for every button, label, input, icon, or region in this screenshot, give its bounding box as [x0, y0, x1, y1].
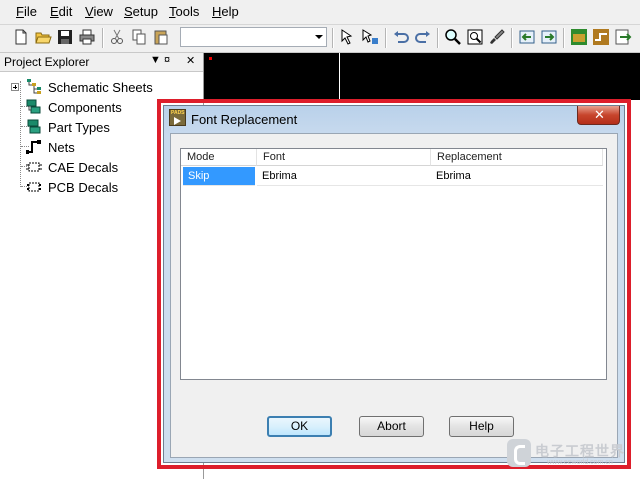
abort-button[interactable]: Abort — [359, 416, 424, 437]
brush-icon[interactable] — [488, 28, 506, 46]
origin-marker — [209, 57, 212, 60]
zoom-icon[interactable] — [466, 28, 484, 46]
paste-icon[interactable] — [152, 28, 170, 46]
table-cell-mode[interactable]: Skip — [183, 167, 255, 186]
expand-icon[interactable] — [11, 83, 19, 91]
export-icon[interactable] — [614, 28, 632, 46]
components-icon — [26, 99, 42, 115]
redo-icon[interactable] — [414, 28, 432, 46]
schematic-canvas[interactable] — [204, 53, 640, 100]
save-icon[interactable] — [56, 28, 74, 46]
toolbar-separator — [385, 28, 387, 48]
pads-layout-icon[interactable] — [570, 28, 588, 46]
eeworld-logo-icon — [507, 439, 531, 467]
font-replacement-list[interactable]: Mode Font Replacement Skip Ebrima Ebrima — [180, 148, 607, 380]
tree-item-label: Components — [48, 100, 122, 115]
toolbar-separator — [563, 28, 565, 48]
menu-tools[interactable]: Tools — [169, 4, 199, 19]
column-header-label: Font — [263, 151, 286, 163]
watermark: 电子工程世界 www.eeworld.com.cn — [507, 437, 635, 471]
part-types-icon — [26, 119, 42, 135]
schematic-sheets-icon — [26, 79, 42, 95]
help-button[interactable]: Help — [449, 416, 514, 437]
pcb-decals-icon — [26, 179, 42, 195]
forward-annotate-icon[interactable] — [540, 28, 558, 46]
toolbar-combo[interactable] — [180, 27, 327, 47]
tree-item-label: Schematic Sheets — [48, 80, 153, 95]
nets-icon — [26, 139, 42, 155]
menu-setup[interactable]: Setup — [124, 4, 158, 19]
undo-icon[interactable] — [392, 28, 410, 46]
cell-value: Ebrima — [262, 170, 297, 182]
close-icon: ✕ — [594, 107, 605, 122]
open-icon[interactable] — [34, 28, 52, 46]
column-header-label: Mode — [187, 151, 215, 163]
column-header-label: Replacement — [437, 151, 502, 163]
menu-edit[interactable]: Edit — [50, 4, 72, 19]
tree-item-label: Nets — [48, 140, 75, 155]
column-header-mode[interactable]: Mode — [181, 149, 257, 166]
canvas-line — [339, 53, 340, 100]
menu-view[interactable]: View — [85, 4, 113, 19]
close-icon[interactable]: ✕ — [186, 54, 195, 67]
chevron-down-icon[interactable] — [315, 35, 323, 39]
new-icon[interactable] — [12, 28, 30, 46]
menu-help[interactable]: Help — [212, 4, 239, 19]
tree-item-label: PCB Decals — [48, 180, 119, 195]
copy-icon[interactable] — [130, 28, 148, 46]
toolbar-separator — [332, 28, 334, 48]
select-icon[interactable] — [339, 28, 357, 46]
project-explorer-title: Project Explorer — [4, 55, 90, 69]
cell-value: Skip — [188, 170, 210, 182]
watermark-text: 电子工程世界 — [535, 443, 625, 459]
table-cell-font[interactable]: Ebrima — [257, 167, 431, 186]
toolbar — [0, 25, 640, 53]
watermark-url: www.eeworld.com.cn — [547, 459, 613, 466]
dialog-body: Mode Font Replacement Skip Ebrima Ebrima… — [170, 133, 618, 458]
pads-logo-icon: PADS — [169, 109, 186, 126]
select-filter-icon[interactable] — [361, 28, 379, 46]
cae-decals-icon — [26, 159, 42, 175]
toolbar-separator — [511, 28, 513, 48]
ok-button[interactable]: OK — [267, 416, 332, 437]
dialog-titlebar[interactable]: PADS Font Replacement ✕ — [164, 106, 624, 132]
toolbar-separator — [437, 28, 439, 48]
tree-item-label: Part Types — [48, 120, 110, 135]
back-annotate-icon[interactable] — [518, 28, 536, 46]
toolbar-separator — [102, 28, 104, 48]
menu-file[interactable]: File — [16, 4, 37, 19]
print-icon[interactable] — [78, 28, 96, 46]
column-header-font[interactable]: Font — [257, 149, 431, 166]
pin-icon[interactable]: ▼ ¤ — [150, 54, 170, 66]
table-cell-replacement[interactable]: Ebrima — [431, 167, 603, 186]
font-replacement-dialog: PADS Font Replacement ✕ Mode Font Replac… — [163, 105, 625, 463]
project-explorer-header: Project Explorer ▼ ¤ ✕ — [0, 53, 203, 72]
tree-connector — [20, 81, 21, 187]
menu-bar: File Edit View Setup Tools Help — [0, 0, 640, 25]
cut-icon[interactable] — [108, 28, 126, 46]
tree-item-label: CAE Decals — [48, 160, 119, 175]
find-icon[interactable] — [444, 28, 462, 46]
cell-value: Ebrima — [436, 170, 471, 182]
dialog-title: Font Replacement — [191, 112, 298, 127]
dialog-close-button[interactable]: ✕ — [577, 106, 620, 125]
column-header-replacement[interactable]: Replacement — [431, 149, 603, 166]
pads-router-icon[interactable] — [592, 28, 610, 46]
